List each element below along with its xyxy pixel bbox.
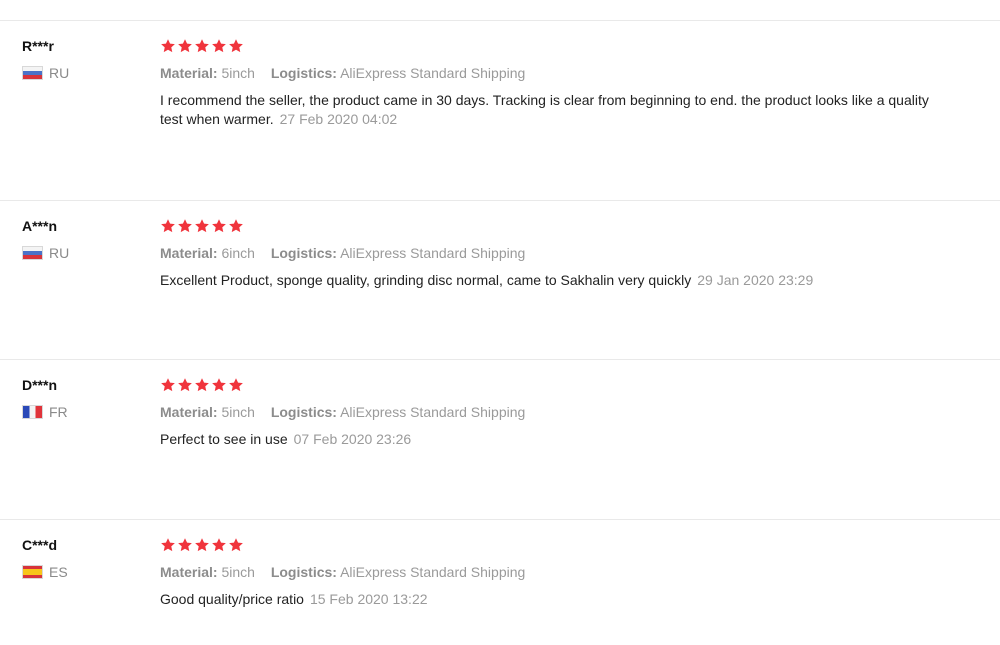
material-value: 6inch — [221, 245, 255, 261]
star-icon — [211, 38, 227, 54]
star-icon — [160, 377, 176, 393]
user-country: RU — [22, 65, 142, 81]
review-text-block: Perfect to see in use 07 Feb 2020 23:26 — [160, 430, 950, 449]
review-text-block: Good quality/price ratio 15 Feb 2020 13:2… — [160, 590, 950, 609]
review-user: R***r RU — [22, 37, 142, 81]
review-item: D***n FR Material: 5inch Logistics: AliE… — [0, 359, 1000, 519]
logistics-label: Logistics: — [270, 404, 337, 420]
review-text: Perfect to see in use — [160, 431, 288, 447]
star-icon — [177, 218, 193, 234]
review-date: 07 Feb 2020 23:26 — [293, 431, 412, 447]
user-country: FR — [22, 404, 142, 420]
review-user: C***d ES — [22, 536, 142, 580]
star-icon — [177, 38, 193, 54]
review-text-block: I recommend the seller, the product came… — [160, 91, 950, 129]
review-content: Material: 5inch Logistics: AliExpress St… — [160, 37, 960, 129]
review-user: D***n FR — [22, 376, 142, 420]
france-flag-icon — [22, 405, 43, 419]
user-name: D***n — [22, 377, 58, 393]
country-code: RU — [49, 65, 70, 81]
russia-flag-icon — [22, 246, 43, 260]
user-country: ES — [22, 564, 142, 580]
star-icon — [194, 537, 210, 553]
material-label: Material: — [160, 564, 218, 580]
material-value: 5inch — [221, 404, 255, 420]
material-label: Material: — [160, 404, 218, 420]
review-attributes: Material: 5inch Logistics: AliExpress St… — [160, 563, 960, 581]
country-code: FR — [49, 404, 68, 420]
review-attributes: Material: 5inch Logistics: AliExpress St… — [160, 64, 960, 82]
review-text: Good quality/price ratio — [160, 591, 304, 607]
star-rating — [160, 217, 960, 235]
user-name: R***r — [22, 38, 54, 54]
material-value: 5inch — [221, 564, 255, 580]
star-icon — [160, 38, 176, 54]
material-value: 5inch — [221, 65, 255, 81]
star-icon — [228, 38, 244, 54]
star-icon — [177, 377, 193, 393]
logistics-value: AliExpress Standard Shipping — [340, 65, 526, 81]
review-content: Material: 5inch Logistics: AliExpress St… — [160, 376, 960, 449]
star-icon — [177, 537, 193, 553]
star-icon — [194, 218, 210, 234]
country-code: RU — [49, 245, 70, 261]
material-label: Material: — [160, 65, 218, 81]
review-date: 29 Jan 2020 23:29 — [697, 272, 814, 288]
star-icon — [160, 218, 176, 234]
review-date: 27 Feb 2020 04:02 — [279, 111, 398, 127]
logistics-value: AliExpress Standard Shipping — [340, 564, 526, 580]
review-list: R***r RU Material: 5inch Logistics: AliE… — [0, 20, 1000, 645]
logistics-label: Logistics: — [270, 65, 337, 81]
review-content: Material: 6inch Logistics: AliExpress St… — [160, 217, 960, 290]
review-item: A***n RU Material: 6inch Logistics: AliE… — [0, 200, 1000, 359]
review-item: C***d ES Material: 5inch Logistics: AliE… — [0, 519, 1000, 645]
user-name: C***d — [22, 537, 58, 553]
star-rating — [160, 536, 960, 554]
review-attributes: Material: 6inch Logistics: AliExpress St… — [160, 244, 960, 262]
review-user: A***n RU — [22, 217, 142, 261]
user-name: A***n — [22, 218, 58, 234]
logistics-value: AliExpress Standard Shipping — [340, 404, 526, 420]
star-icon — [211, 218, 227, 234]
star-icon — [228, 218, 244, 234]
logistics-label: Logistics: — [270, 564, 337, 580]
star-icon — [228, 537, 244, 553]
review-text-block: Excellent Product, sponge quality, grind… — [160, 271, 950, 290]
logistics-value: AliExpress Standard Shipping — [340, 245, 526, 261]
review-text: I recommend the seller, the product came… — [160, 92, 929, 127]
star-icon — [160, 537, 176, 553]
review-item: R***r RU Material: 5inch Logistics: AliE… — [0, 20, 1000, 200]
review-content: Material: 5inch Logistics: AliExpress St… — [160, 536, 960, 609]
review-date: 15 Feb 2020 13:22 — [309, 591, 428, 607]
russia-flag-icon — [22, 66, 43, 80]
star-icon — [211, 377, 227, 393]
user-country: RU — [22, 245, 142, 261]
review-text: Excellent Product, sponge quality, grind… — [160, 272, 692, 288]
logistics-label: Logistics: — [270, 245, 337, 261]
star-rating — [160, 376, 960, 394]
material-label: Material: — [160, 245, 218, 261]
star-rating — [160, 37, 960, 55]
star-icon — [211, 537, 227, 553]
country-code: ES — [49, 564, 68, 580]
spain-flag-icon — [22, 565, 43, 579]
star-icon — [228, 377, 244, 393]
star-icon — [194, 38, 210, 54]
review-attributes: Material: 5inch Logistics: AliExpress St… — [160, 403, 960, 421]
star-icon — [194, 377, 210, 393]
